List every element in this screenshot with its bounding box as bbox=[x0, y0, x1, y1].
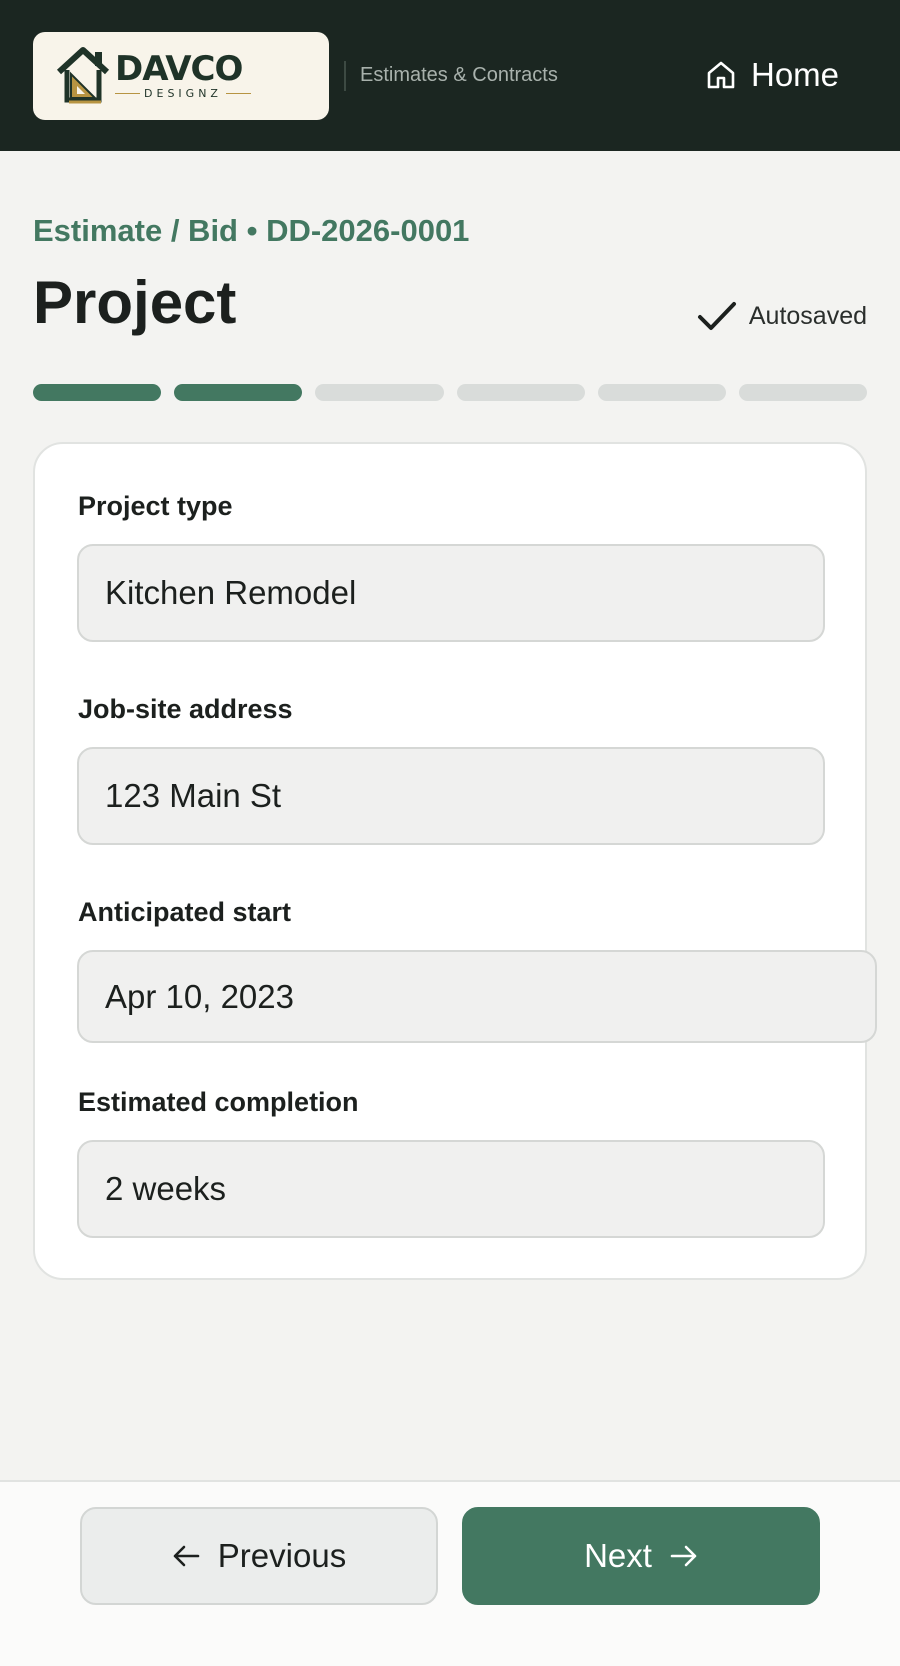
autosave-label: Autosaved bbox=[748, 301, 867, 330]
anticipated-start-label: Anticipated start bbox=[78, 897, 292, 927]
progress-step bbox=[174, 384, 303, 401]
brand-logo[interactable]: DAVCO DESIGNZ bbox=[33, 32, 329, 120]
job-site-address-input[interactable] bbox=[77, 747, 825, 845]
progress-step bbox=[456, 384, 585, 401]
job-site-address-label: Job-site address bbox=[78, 694, 293, 724]
progress-step bbox=[315, 384, 444, 401]
header-subtitle: Estimates & Contracts bbox=[360, 64, 558, 86]
progress-step bbox=[597, 384, 726, 401]
home-link[interactable]: Home bbox=[705, 52, 839, 98]
home-label: Home bbox=[751, 56, 840, 93]
anticipated-start-input[interactable] bbox=[77, 950, 877, 1043]
project-type-input[interactable] bbox=[77, 544, 825, 642]
next-label: Next bbox=[584, 1537, 652, 1574]
app-header: DAVCO DESIGNZ Estimates & Contracts Home bbox=[0, 0, 900, 151]
previous-label: Previous bbox=[217, 1537, 347, 1574]
estimated-completion-label: Estimated completion bbox=[78, 1087, 359, 1117]
logo-subword: DESIGNZ bbox=[115, 87, 251, 100]
footer-nav: Previous Next bbox=[0, 1480, 900, 1666]
autosave-status: Autosaved bbox=[697, 300, 867, 332]
arrow-right-icon bbox=[670, 1545, 697, 1567]
logo-wordmark: DAVCO bbox=[115, 49, 243, 89]
check-icon bbox=[697, 302, 736, 330]
house-logo-icon bbox=[56, 47, 110, 104]
estimated-completion-input[interactable] bbox=[77, 1140, 825, 1238]
project-type-label: Project type bbox=[78, 491, 233, 521]
arrow-left-icon bbox=[173, 1545, 200, 1567]
progress-step bbox=[738, 384, 868, 401]
header-divider bbox=[344, 61, 346, 91]
progress-step bbox=[33, 384, 162, 401]
breadcrumb: Estimate / Bid • DD-2026-0001 bbox=[33, 213, 470, 248]
home-icon bbox=[707, 61, 735, 89]
progress-stepper bbox=[33, 384, 868, 401]
project-form-card: Project type Job-site address Anticipate… bbox=[33, 442, 877, 1280]
next-button[interactable]: Next bbox=[462, 1507, 820, 1605]
page-title: Project bbox=[33, 269, 237, 336]
previous-button[interactable]: Previous bbox=[80, 1507, 438, 1605]
